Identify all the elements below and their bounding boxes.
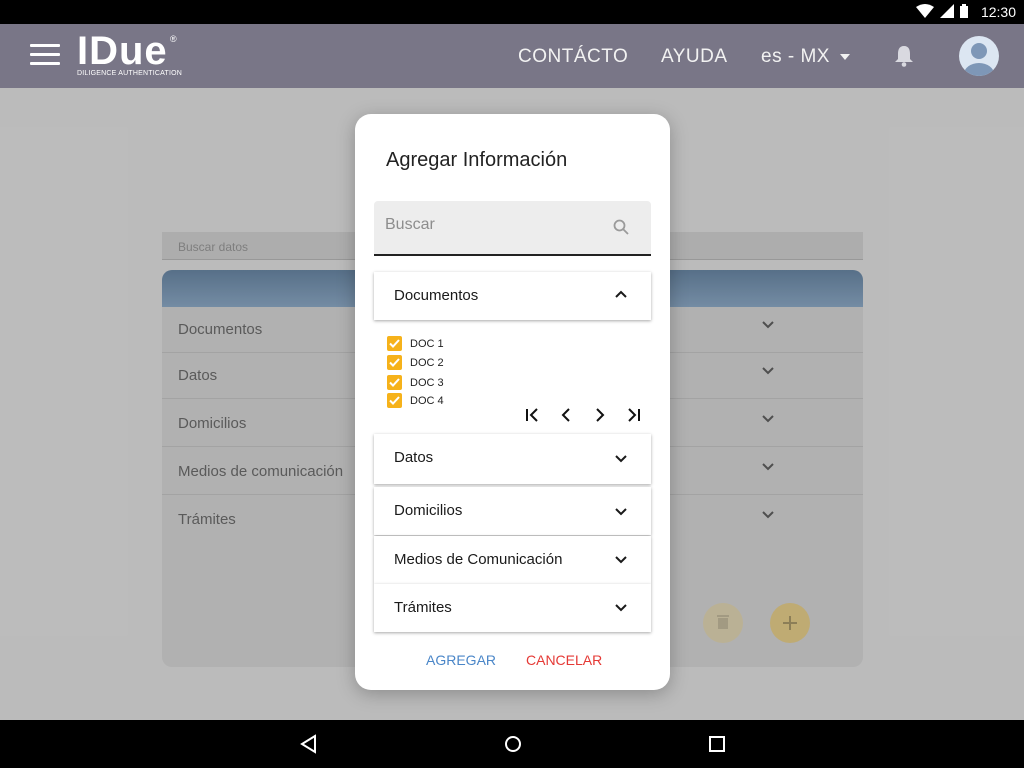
locale-select[interactable]: es - MX: [761, 46, 850, 68]
app-logo: IDue ® DILIGENCE AUTHENTICATION: [77, 29, 183, 77]
nav-contacto[interactable]: CONTÁCTO: [518, 46, 628, 68]
cancelar-button[interactable]: CANCELAR: [526, 652, 602, 668]
home-icon[interactable]: [504, 734, 522, 754]
section-label: Domicilios: [394, 502, 463, 519]
last-page-icon: [628, 408, 640, 422]
locale-value: es - MX: [761, 46, 830, 67]
document-pager: [515, 404, 651, 426]
next-page-button[interactable]: [583, 404, 617, 426]
section-label: Trámites: [394, 599, 452, 616]
dialog-search-field[interactable]: [374, 201, 651, 256]
search-icon[interactable]: [613, 219, 629, 235]
avatar[interactable]: [959, 36, 999, 76]
section-medios-de-comunicacion[interactable]: Medios de Comunicación: [374, 536, 651, 584]
chevron-down-icon: [615, 604, 627, 612]
status-time: 12:30: [980, 4, 1016, 20]
logo-registered-mark: ®: [170, 34, 177, 44]
chevron-left-icon: [561, 408, 570, 422]
first-page-icon: [526, 408, 538, 422]
chevron-right-icon: [596, 408, 605, 422]
battery-icon: [960, 4, 968, 18]
recent-apps-icon[interactable]: [708, 734, 726, 754]
document-label: DOC 4: [410, 394, 444, 407]
document-item[interactable]: DOC 3: [387, 375, 444, 390]
search-input[interactable]: [385, 213, 605, 237]
status-bar: 12:30: [0, 0, 1024, 24]
back-icon[interactable]: [299, 734, 317, 754]
wifi-icon: [916, 4, 934, 18]
signal-icon: [940, 4, 954, 18]
section-label: Medios de Comunicación: [394, 551, 563, 568]
section-documentos[interactable]: Documentos: [374, 272, 651, 320]
checkbox-checked-icon[interactable]: [387, 375, 402, 390]
document-item[interactable]: DOC 2: [387, 355, 444, 370]
document-label: DOC 2: [410, 356, 444, 369]
section-tramites[interactable]: Trámites: [374, 584, 651, 632]
checkbox-checked-icon[interactable]: [387, 355, 402, 370]
system-navigation-bar: [0, 720, 1024, 768]
dialog-title: Agregar Información: [386, 149, 568, 171]
checkbox-checked-icon[interactable]: [387, 393, 402, 408]
agregar-button[interactable]: AGREGAR: [426, 652, 496, 668]
chevron-down-icon: [615, 455, 627, 463]
previous-page-button[interactable]: [549, 404, 583, 426]
document-item[interactable]: DOC 1: [387, 336, 444, 351]
document-label: DOC 1: [410, 337, 444, 350]
logo-subtitle: DILIGENCE AUTHENTICATION: [77, 70, 183, 77]
chevron-down-icon: [615, 508, 627, 516]
last-page-button[interactable]: [617, 404, 651, 426]
logo-text: IDue: [77, 29, 168, 73]
section-label: Datos: [394, 449, 434, 466]
document-item[interactable]: DOC 4: [387, 393, 444, 408]
section-label: Documentos: [394, 287, 479, 304]
chevron-up-icon: [615, 290, 627, 298]
caret-down-icon: [839, 54, 850, 60]
section-domicilios[interactable]: Domicilios: [374, 487, 651, 535]
document-label: DOC 3: [410, 376, 444, 389]
section-datos[interactable]: Datos: [374, 434, 651, 484]
app-bar: IDue ® DILIGENCE AUTHENTICATION: [0, 24, 1024, 88]
menu-icon[interactable]: [30, 44, 60, 66]
chevron-down-icon: [615, 556, 627, 564]
first-page-button[interactable]: [515, 404, 549, 426]
bell-icon[interactable]: [894, 45, 914, 67]
nav-ayuda[interactable]: AYUDA: [661, 46, 728, 68]
status-icons: [916, 4, 968, 18]
checkbox-checked-icon[interactable]: [387, 336, 402, 351]
add-information-dialog: Agregar Información Documentos DOC 1 DOC…: [355, 114, 670, 690]
